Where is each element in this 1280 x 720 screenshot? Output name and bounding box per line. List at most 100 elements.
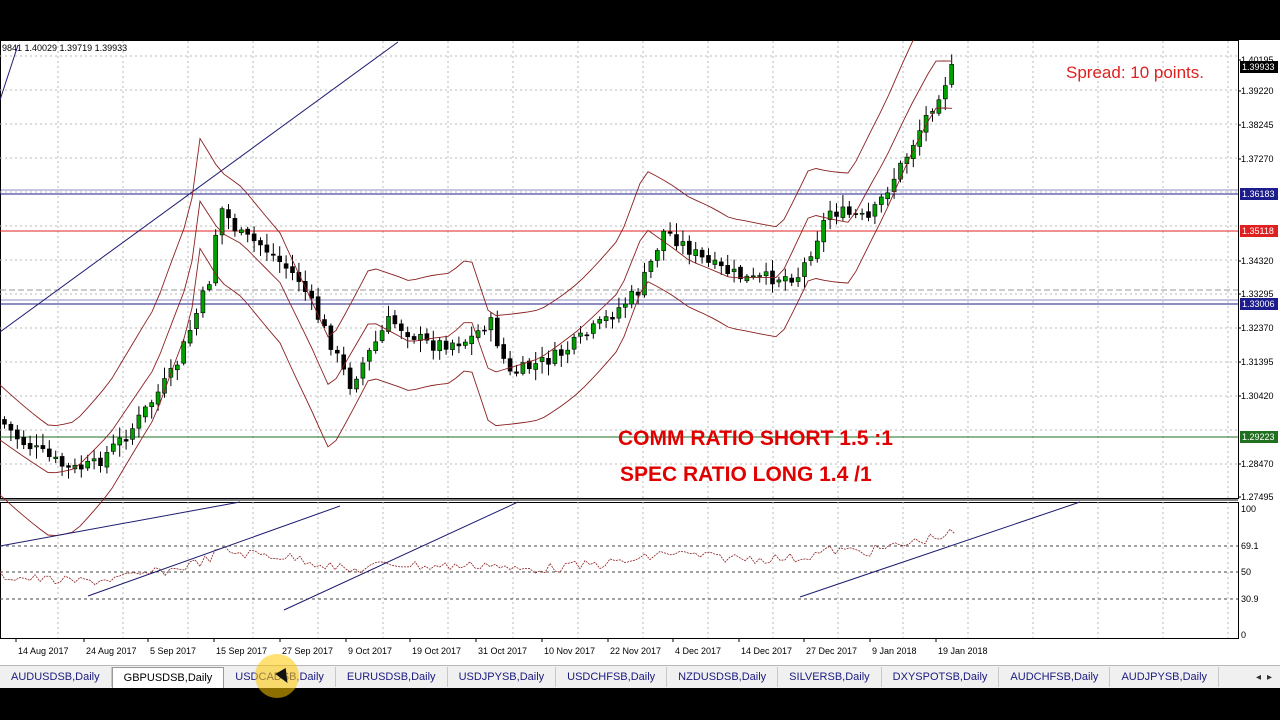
candle-body bbox=[552, 349, 558, 364]
price-level-tag-label: 1.39933 bbox=[1242, 62, 1275, 72]
candle-body bbox=[488, 317, 494, 331]
candle-body bbox=[942, 85, 948, 100]
price-tick-label: 1.39220 bbox=[1241, 86, 1274, 96]
time-tick-label: 14 Dec 2017 bbox=[741, 646, 792, 656]
candle-body bbox=[245, 228, 250, 235]
candle-body bbox=[584, 334, 590, 337]
candle-body bbox=[373, 341, 379, 351]
candle-body bbox=[239, 229, 244, 233]
candle-body bbox=[21, 436, 27, 446]
candle-body bbox=[175, 364, 180, 371]
tab-dxyspotsb[interactable]: DXYSPOTSB,Daily bbox=[882, 667, 1000, 687]
tab-usdjpysb[interactable]: USDJPYSB,Daily bbox=[448, 667, 557, 687]
indicator-trendlines[interactable] bbox=[0, 501, 1081, 611]
candle-body bbox=[59, 456, 65, 467]
price-tick-label: 1.34320 bbox=[1241, 256, 1274, 266]
bollinger-bands bbox=[0, 40, 953, 537]
candle-body bbox=[686, 240, 692, 255]
candle-body bbox=[514, 371, 519, 374]
candle-body bbox=[2, 419, 7, 425]
candle-body bbox=[437, 340, 443, 352]
candle-body bbox=[354, 378, 359, 390]
candle-body bbox=[885, 192, 891, 200]
price-tick-label: 1.37270 bbox=[1241, 154, 1274, 164]
candle-body bbox=[789, 277, 795, 283]
candle-body bbox=[405, 332, 411, 338]
candle-body bbox=[629, 291, 635, 305]
tab-nzdusdsb[interactable]: NZDUSDSB,Daily bbox=[667, 667, 779, 687]
candle-body bbox=[712, 259, 718, 265]
candle-body bbox=[610, 316, 615, 320]
price-level-tag-label: 1.35118 bbox=[1242, 226, 1274, 236]
time-tick-label: 19 Oct 2017 bbox=[412, 646, 461, 656]
candle-body bbox=[917, 130, 923, 147]
candle-body bbox=[834, 211, 839, 217]
chevron-left-icon[interactable]: ◂ bbox=[1256, 672, 1261, 683]
candle-body bbox=[866, 211, 871, 218]
candle-body bbox=[507, 358, 513, 372]
candle-body bbox=[130, 428, 135, 440]
tab-audusdsb[interactable]: AUDUSDSB,Daily bbox=[0, 667, 112, 687]
spread-label: Spread: 10 points. bbox=[1066, 63, 1204, 82]
chevron-right-icon[interactable]: ▸ bbox=[1267, 672, 1272, 683]
trendlines[interactable] bbox=[0, 41, 399, 333]
tab-nav: ◂ ▸ bbox=[1256, 672, 1280, 683]
candle-body bbox=[143, 406, 148, 418]
price-tick-label: 1.28470 bbox=[1241, 459, 1274, 469]
candle-body bbox=[597, 319, 603, 324]
candle-body bbox=[462, 341, 468, 346]
price-tick-label: 1.38245 bbox=[1241, 120, 1274, 130]
candle-body bbox=[814, 240, 820, 259]
tab-usdchfsb[interactable]: USDCHFSB,Daily bbox=[556, 667, 668, 687]
indicator-tick-label: 100 bbox=[1241, 504, 1256, 514]
candle-body bbox=[622, 303, 628, 308]
price-tick-label: 1.30420 bbox=[1241, 391, 1274, 401]
candle-body bbox=[558, 349, 564, 356]
candle-body bbox=[693, 249, 699, 256]
candle-body bbox=[802, 262, 807, 277]
candle-body bbox=[821, 220, 827, 243]
candle-body bbox=[27, 443, 33, 450]
indicator-tick-label: 0 bbox=[1241, 630, 1246, 640]
candle-body bbox=[155, 391, 161, 405]
candle-body bbox=[872, 204, 878, 217]
candle-body bbox=[578, 332, 583, 337]
candle-body bbox=[379, 330, 385, 342]
candle-body bbox=[533, 363, 539, 370]
candle-body bbox=[8, 423, 14, 431]
candle-body bbox=[782, 276, 788, 282]
tab-eurusdsb[interactable]: EURUSDSB,Daily bbox=[336, 667, 448, 687]
candle-body bbox=[482, 329, 487, 332]
candle-body bbox=[53, 456, 59, 459]
candle-body bbox=[111, 443, 116, 452]
tab-audjpysb[interactable]: AUDJPYSB,Daily bbox=[1110, 667, 1220, 687]
candle-body bbox=[226, 209, 231, 219]
candle-body bbox=[469, 335, 475, 345]
candle-body bbox=[546, 358, 551, 365]
candle-body bbox=[898, 162, 903, 180]
candle-body bbox=[277, 255, 283, 263]
candle-body bbox=[923, 115, 929, 133]
candle-body bbox=[232, 218, 238, 232]
candle-body bbox=[79, 464, 84, 470]
price-tick-label: 1.32370 bbox=[1241, 323, 1274, 333]
tab-audchfsb[interactable]: AUDCHFSB,Daily bbox=[999, 667, 1111, 687]
candle-body bbox=[40, 445, 46, 450]
candles[interactable] bbox=[2, 54, 955, 479]
candle-body bbox=[136, 414, 142, 429]
tab-gbpusdsb[interactable]: GBPUSDSB,Daily bbox=[111, 666, 225, 688]
candle-body bbox=[66, 465, 71, 468]
candle-body bbox=[360, 362, 366, 379]
candle-body bbox=[757, 275, 763, 277]
candle-body bbox=[15, 429, 20, 440]
price-chart[interactable]: 9841 1.40029 1.39719 1.399331.401951.392… bbox=[0, 40, 1280, 688]
time-tick-label: 10 Nov 2017 bbox=[544, 646, 595, 656]
candle-body bbox=[117, 437, 122, 446]
tab-silversb[interactable]: SILVERSB,Daily bbox=[778, 667, 882, 687]
candle-body bbox=[98, 457, 103, 467]
candle-body bbox=[808, 256, 814, 261]
candle-body bbox=[731, 268, 737, 273]
chart-window[interactable]: 9841 1.40029 1.39719 1.39933 1.40195 1.392… bbox=[0, 40, 1280, 688]
candle-body bbox=[149, 402, 154, 408]
candle-body bbox=[322, 319, 327, 327]
